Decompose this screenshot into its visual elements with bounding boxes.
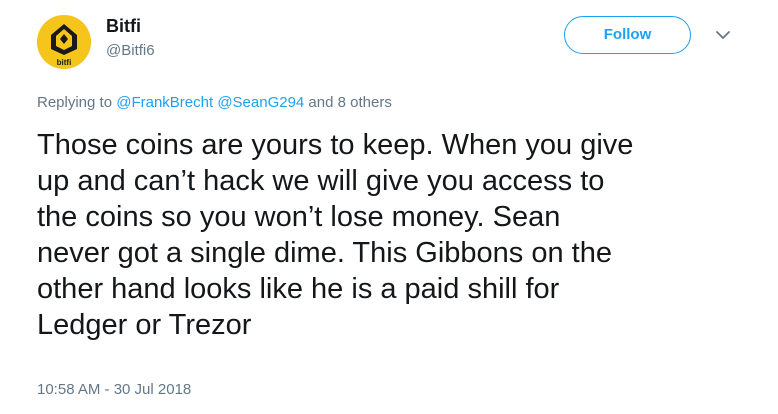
tweet-text-line: never got a single dime. This Gibbons on… [37, 237, 612, 269]
mention-link[interactable]: @FrankBrecht [116, 94, 213, 111]
chevron-down-icon[interactable] [714, 26, 732, 44]
user-handle[interactable]: @Bitfi6 [106, 41, 155, 61]
bitfi-logo-icon: bitfi [37, 15, 91, 69]
tweet-text-line: Those coins are yours to keep. When you … [37, 129, 634, 161]
reply-context: Replying to @FrankBrecht @SeanG294 and 8… [37, 93, 392, 113]
author-names: Bitfi @Bitfi6 [106, 15, 155, 61]
tweet-text-line: the coins so you won’t lose money. Sean [37, 201, 561, 233]
follow-button[interactable]: Follow [564, 16, 691, 54]
tweet-timestamp[interactable]: 10:58 AM - 30 Jul 2018 [37, 380, 191, 400]
tweet-text-line: up and can’t hack we will give you acces… [37, 165, 605, 197]
avatar-text: bitfi [57, 58, 72, 67]
display-name[interactable]: Bitfi [106, 15, 155, 37]
reply-prefix: Replying to [37, 94, 117, 111]
tweet-text-line: other hand looks like he is a paid shill… [37, 273, 560, 305]
tweet-text: Those coins are yours to keep. When you … [37, 127, 757, 343]
tweet-text-line: Ledger or Trezor [37, 309, 252, 341]
reply-others[interactable]: and 8 others [304, 94, 391, 111]
tweet-header: bitfi Bitfi @Bitfi6 Follow [37, 15, 747, 75]
avatar[interactable]: bitfi [37, 15, 91, 69]
tweet-card: bitfi Bitfi @Bitfi6 Follow Replying to @… [0, 0, 778, 414]
mention-link[interactable]: @SeanG294 [217, 94, 304, 111]
